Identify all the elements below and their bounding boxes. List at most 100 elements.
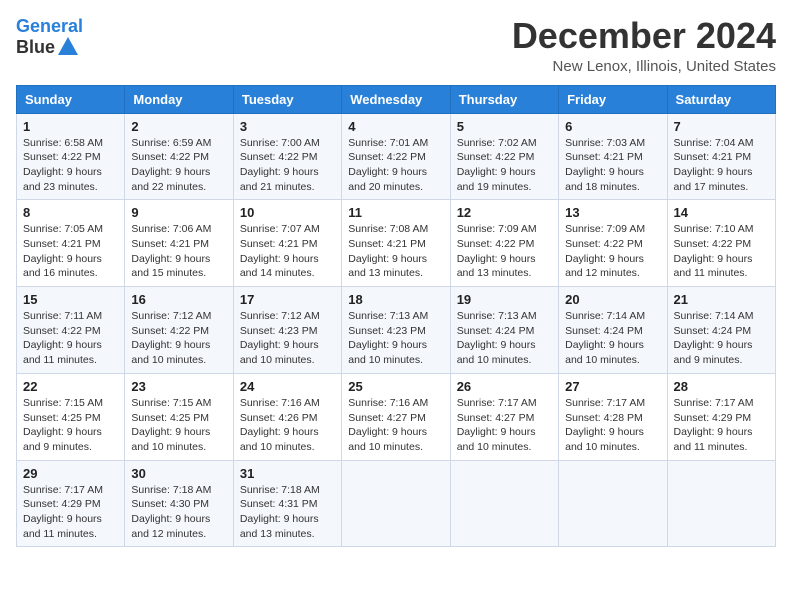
day-info: Sunrise: 7:09 AMSunset: 4:22 PMDaylight:… xyxy=(457,222,552,281)
table-row: 15 Sunrise: 7:11 AMSunset: 4:22 PMDaylig… xyxy=(17,287,125,374)
table-row: 7 Sunrise: 7:04 AMSunset: 4:21 PMDayligh… xyxy=(667,113,775,200)
day-number: 20 xyxy=(565,292,660,307)
day-number: 3 xyxy=(240,119,335,134)
table-row: 28 Sunrise: 7:17 AMSunset: 4:29 PMDaylig… xyxy=(667,373,775,460)
table-row: 13 Sunrise: 7:09 AMSunset: 4:22 PMDaylig… xyxy=(559,200,667,287)
table-row: 22 Sunrise: 7:15 AMSunset: 4:25 PMDaylig… xyxy=(17,373,125,460)
table-row: 23 Sunrise: 7:15 AMSunset: 4:25 PMDaylig… xyxy=(125,373,233,460)
day-info: Sunrise: 6:59 AMSunset: 4:22 PMDaylight:… xyxy=(131,136,226,195)
table-row: 30 Sunrise: 7:18 AMSunset: 4:30 PMDaylig… xyxy=(125,460,233,547)
table-row: 17 Sunrise: 7:12 AMSunset: 4:23 PMDaylig… xyxy=(233,287,341,374)
location-subtitle: New Lenox, Illinois, United States xyxy=(512,58,776,75)
table-row: 24 Sunrise: 7:16 AMSunset: 4:26 PMDaylig… xyxy=(233,373,341,460)
logo-text: General xyxy=(16,16,83,37)
header-friday: Friday xyxy=(559,85,667,113)
day-number: 24 xyxy=(240,379,335,394)
table-row: 1 Sunrise: 6:58 AMSunset: 4:22 PMDayligh… xyxy=(17,113,125,200)
day-number: 16 xyxy=(131,292,226,307)
day-number: 9 xyxy=(131,205,226,220)
page-header: General Blue December 2024 New Lenox, Il… xyxy=(16,16,776,75)
day-number: 23 xyxy=(131,379,226,394)
table-row: 14 Sunrise: 7:10 AMSunset: 4:22 PMDaylig… xyxy=(667,200,775,287)
table-row: 6 Sunrise: 7:03 AMSunset: 4:21 PMDayligh… xyxy=(559,113,667,200)
table-row: 16 Sunrise: 7:12 AMSunset: 4:22 PMDaylig… xyxy=(125,287,233,374)
table-row: 9 Sunrise: 7:06 AMSunset: 4:21 PMDayligh… xyxy=(125,200,233,287)
day-number: 21 xyxy=(674,292,769,307)
day-info: Sunrise: 7:05 AMSunset: 4:21 PMDaylight:… xyxy=(23,222,118,281)
table-row: 20 Sunrise: 7:14 AMSunset: 4:24 PMDaylig… xyxy=(559,287,667,374)
day-info: Sunrise: 7:17 AMSunset: 4:29 PMDaylight:… xyxy=(674,396,769,455)
day-info: Sunrise: 7:06 AMSunset: 4:21 PMDaylight:… xyxy=(131,222,226,281)
day-info: Sunrise: 7:16 AMSunset: 4:26 PMDaylight:… xyxy=(240,396,335,455)
day-info: Sunrise: 7:18 AMSunset: 4:30 PMDaylight:… xyxy=(131,483,226,542)
title-area: December 2024 New Lenox, Illinois, Unite… xyxy=(512,16,776,75)
table-row: 27 Sunrise: 7:17 AMSunset: 4:28 PMDaylig… xyxy=(559,373,667,460)
day-info: Sunrise: 7:10 AMSunset: 4:22 PMDaylight:… xyxy=(674,222,769,281)
table-row: 8 Sunrise: 7:05 AMSunset: 4:21 PMDayligh… xyxy=(17,200,125,287)
day-info: Sunrise: 7:17 AMSunset: 4:28 PMDaylight:… xyxy=(565,396,660,455)
day-number: 12 xyxy=(457,205,552,220)
day-info: Sunrise: 7:03 AMSunset: 4:21 PMDaylight:… xyxy=(565,136,660,195)
table-row: 10 Sunrise: 7:07 AMSunset: 4:21 PMDaylig… xyxy=(233,200,341,287)
day-number: 15 xyxy=(23,292,118,307)
header-wednesday: Wednesday xyxy=(342,85,450,113)
day-info: Sunrise: 7:13 AMSunset: 4:24 PMDaylight:… xyxy=(457,309,552,368)
table-row: 25 Sunrise: 7:16 AMSunset: 4:27 PMDaylig… xyxy=(342,373,450,460)
day-number: 29 xyxy=(23,466,118,481)
table-row: 19 Sunrise: 7:13 AMSunset: 4:24 PMDaylig… xyxy=(450,287,558,374)
table-row: 31 Sunrise: 7:18 AMSunset: 4:31 PMDaylig… xyxy=(233,460,341,547)
day-number: 31 xyxy=(240,466,335,481)
day-info: Sunrise: 7:13 AMSunset: 4:23 PMDaylight:… xyxy=(348,309,443,368)
day-number: 6 xyxy=(565,119,660,134)
table-row: 21 Sunrise: 7:14 AMSunset: 4:24 PMDaylig… xyxy=(667,287,775,374)
day-number: 18 xyxy=(348,292,443,307)
logo-blue-text: Blue xyxy=(16,37,55,58)
table-row: 26 Sunrise: 7:17 AMSunset: 4:27 PMDaylig… xyxy=(450,373,558,460)
day-number: 17 xyxy=(240,292,335,307)
table-row xyxy=(667,460,775,547)
table-row: 11 Sunrise: 7:08 AMSunset: 4:21 PMDaylig… xyxy=(342,200,450,287)
day-info: Sunrise: 7:14 AMSunset: 4:24 PMDaylight:… xyxy=(565,309,660,368)
table-row: 12 Sunrise: 7:09 AMSunset: 4:22 PMDaylig… xyxy=(450,200,558,287)
day-info: Sunrise: 7:17 AMSunset: 4:27 PMDaylight:… xyxy=(457,396,552,455)
table-row: 4 Sunrise: 7:01 AMSunset: 4:22 PMDayligh… xyxy=(342,113,450,200)
day-info: Sunrise: 7:01 AMSunset: 4:22 PMDaylight:… xyxy=(348,136,443,195)
logo-triangle-icon xyxy=(58,37,78,55)
day-number: 2 xyxy=(131,119,226,134)
calendar-body: 1 Sunrise: 6:58 AMSunset: 4:22 PMDayligh… xyxy=(17,113,776,547)
table-row: 5 Sunrise: 7:02 AMSunset: 4:22 PMDayligh… xyxy=(450,113,558,200)
header-tuesday: Tuesday xyxy=(233,85,341,113)
header-sunday: Sunday xyxy=(17,85,125,113)
day-number: 26 xyxy=(457,379,552,394)
logo: General Blue xyxy=(16,16,83,58)
table-row: 29 Sunrise: 7:17 AMSunset: 4:29 PMDaylig… xyxy=(17,460,125,547)
day-info: Sunrise: 7:15 AMSunset: 4:25 PMDaylight:… xyxy=(23,396,118,455)
day-info: Sunrise: 7:09 AMSunset: 4:22 PMDaylight:… xyxy=(565,222,660,281)
calendar-header: Sunday Monday Tuesday Wednesday Thursday… xyxy=(17,85,776,113)
day-number: 7 xyxy=(674,119,769,134)
day-info: Sunrise: 7:12 AMSunset: 4:22 PMDaylight:… xyxy=(131,309,226,368)
day-number: 28 xyxy=(674,379,769,394)
day-info: Sunrise: 7:11 AMSunset: 4:22 PMDaylight:… xyxy=(23,309,118,368)
day-number: 4 xyxy=(348,119,443,134)
day-info: Sunrise: 7:02 AMSunset: 4:22 PMDaylight:… xyxy=(457,136,552,195)
day-info: Sunrise: 7:18 AMSunset: 4:31 PMDaylight:… xyxy=(240,483,335,542)
day-info: Sunrise: 7:12 AMSunset: 4:23 PMDaylight:… xyxy=(240,309,335,368)
header-monday: Monday xyxy=(125,85,233,113)
table-row: 18 Sunrise: 7:13 AMSunset: 4:23 PMDaylig… xyxy=(342,287,450,374)
day-info: Sunrise: 6:58 AMSunset: 4:22 PMDaylight:… xyxy=(23,136,118,195)
calendar-table: Sunday Monday Tuesday Wednesday Thursday… xyxy=(16,85,776,548)
table-row xyxy=(450,460,558,547)
table-row: 3 Sunrise: 7:00 AMSunset: 4:22 PMDayligh… xyxy=(233,113,341,200)
day-number: 10 xyxy=(240,205,335,220)
day-number: 5 xyxy=(457,119,552,134)
day-info: Sunrise: 7:07 AMSunset: 4:21 PMDaylight:… xyxy=(240,222,335,281)
day-number: 13 xyxy=(565,205,660,220)
table-row: 2 Sunrise: 6:59 AMSunset: 4:22 PMDayligh… xyxy=(125,113,233,200)
day-number: 14 xyxy=(674,205,769,220)
header-thursday: Thursday xyxy=(450,85,558,113)
table-row xyxy=(342,460,450,547)
month-year-title: December 2024 xyxy=(512,16,776,56)
day-info: Sunrise: 7:00 AMSunset: 4:22 PMDaylight:… xyxy=(240,136,335,195)
day-number: 25 xyxy=(348,379,443,394)
